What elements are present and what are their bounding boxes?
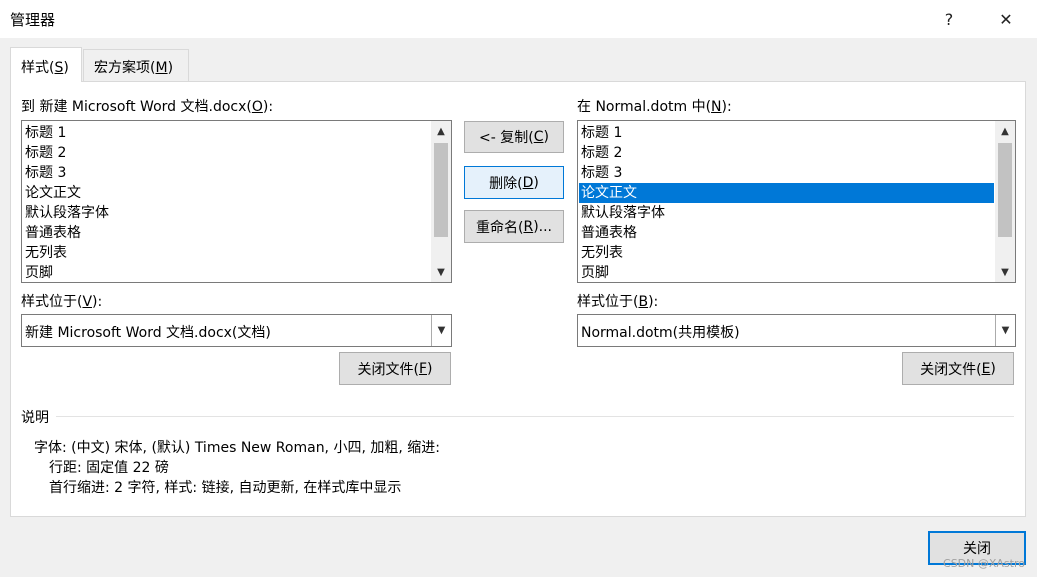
list-item[interactable]: 页脚 xyxy=(581,263,609,282)
left-close-file-button[interactable]: 关闭文件(F) xyxy=(339,352,451,385)
description-line: 字体: (中文) 宋体, (默认) Times New Roman, 小四, 加… xyxy=(34,440,440,456)
tab-macro-project-items[interactable]: 宏方案项(M) xyxy=(83,49,189,82)
left-styles-in-combo[interactable]: 新建 Microsoft Word 文档.docx(文档) ▼ xyxy=(21,314,452,347)
chevron-down-icon[interactable]: ▼ xyxy=(431,262,451,282)
title-bar: 管理器 ? ✕ xyxy=(0,0,1037,38)
help-button[interactable]: ? xyxy=(926,0,972,38)
list-item[interactable]: 论文正文 xyxy=(25,183,81,203)
left-styles-list[interactable]: 标题 1 标题 2 标题 3 论文正文 默认段落字体 普通表格 无列表 页脚 ▲… xyxy=(21,120,452,283)
description-separator xyxy=(56,416,1014,417)
chevron-down-icon[interactable]: ▼ xyxy=(995,262,1015,282)
description-label: 说明 xyxy=(21,410,49,426)
scroll-thumb[interactable] xyxy=(434,143,448,237)
chevron-up-icon[interactable]: ▲ xyxy=(995,121,1015,141)
right-styles-in-label: 样式位于(B): xyxy=(577,294,659,310)
right-styles-list[interactable]: 标题 1 标题 2 标题 3 论文正文 默认段落字体 普通表格 无列表 页脚 ▲… xyxy=(577,120,1016,283)
right-list-scrollbar[interactable]: ▲ ▼ xyxy=(995,121,1015,282)
list-item[interactable]: 标题 2 xyxy=(581,143,622,163)
left-list-scrollbar[interactable]: ▲ ▼ xyxy=(431,121,451,282)
tab-styles[interactable]: 样式(S) xyxy=(10,47,82,82)
delete-button[interactable]: 删除(D) xyxy=(464,166,564,199)
list-item[interactable]: 标题 1 xyxy=(581,123,622,143)
list-item[interactable]: 普通表格 xyxy=(581,223,637,243)
scroll-thumb[interactable] xyxy=(998,143,1012,237)
list-item[interactable]: 无列表 xyxy=(581,243,623,263)
list-item[interactable]: 无列表 xyxy=(25,243,67,263)
list-item[interactable]: 标题 2 xyxy=(25,143,66,163)
window-title: 管理器 xyxy=(10,11,56,29)
list-item[interactable]: 默认段落字体 xyxy=(581,203,665,223)
watermark: CSDN @XAstro xyxy=(943,557,1025,570)
chevron-down-icon[interactable]: ▼ xyxy=(995,315,1015,346)
rename-button[interactable]: 重命名(R)... xyxy=(464,210,564,243)
right-list-label: 在 Normal.dotm 中(N): xyxy=(577,99,732,115)
list-item[interactable]: 普通表格 xyxy=(25,223,81,243)
left-styles-in-label: 样式位于(V): xyxy=(21,294,103,310)
right-close-file-button[interactable]: 关闭文件(E) xyxy=(902,352,1014,385)
list-item[interactable]: 标题 3 xyxy=(25,163,66,183)
left-combo-value: 新建 Microsoft Word 文档.docx(文档) xyxy=(25,325,271,341)
list-item[interactable]: 页脚 xyxy=(25,263,53,282)
copy-button[interactable]: <- 复制(C) xyxy=(464,121,564,153)
description-line: 行距: 固定值 22 磅 xyxy=(49,460,169,476)
description-line: 首行缩进: 2 字符, 样式: 链接, 自动更新, 在样式库中显示 xyxy=(49,480,402,496)
right-combo-value: Normal.dotm(共用模板) xyxy=(581,325,740,341)
list-item[interactable]: 默认段落字体 xyxy=(25,203,109,223)
close-window-button[interactable]: ✕ xyxy=(983,0,1029,38)
chevron-up-icon[interactable]: ▲ xyxy=(431,121,451,141)
list-item[interactable]: 标题 1 xyxy=(25,123,66,143)
list-item-selected[interactable]: 论文正文 xyxy=(579,183,994,203)
left-list-label: 到 新建 Microsoft Word 文档.docx(O): xyxy=(21,99,274,115)
list-item[interactable]: 标题 3 xyxy=(581,163,622,183)
right-styles-in-combo[interactable]: Normal.dotm(共用模板) ▼ xyxy=(577,314,1016,347)
chevron-down-icon[interactable]: ▼ xyxy=(431,315,451,346)
